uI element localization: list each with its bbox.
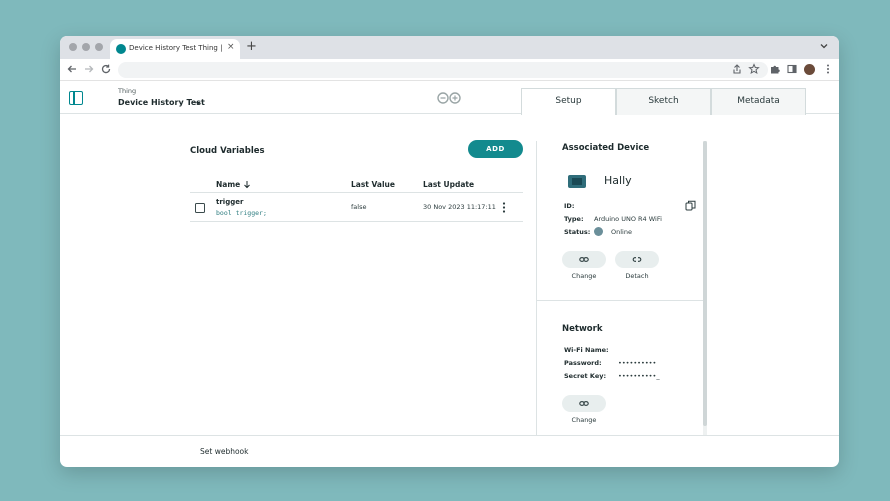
tab-metadata[interactable]: Metadata [711, 88, 806, 115]
change-device-label[interactable]: Change [562, 272, 606, 280]
chevron-down-icon[interactable] [819, 41, 829, 51]
tab-strip: Device History Test Thing | Ar × + [60, 36, 839, 59]
browser-tab-title: Device History Test Thing | Ar [129, 44, 222, 52]
row-options-icon[interactable] [502, 202, 506, 213]
url-input[interactable] [118, 62, 768, 78]
app-header: Thing Device History Test Setup Sketch M… [60, 82, 839, 115]
scrollbar-thumb[interactable] [703, 141, 707, 426]
reload-icon[interactable] [100, 63, 112, 75]
device-id-label: ID: [564, 202, 575, 210]
close-window-button[interactable] [69, 43, 77, 51]
column-header-last-update: Last Update [423, 180, 475, 189]
secret-key-value: ••••••••••_ [618, 372, 660, 380]
detach-device-button[interactable] [615, 251, 659, 268]
address-bar [60, 59, 839, 81]
minimize-window-button[interactable] [82, 43, 90, 51]
caret-down-icon[interactable] [196, 102, 200, 105]
detach-device-label[interactable]: Detach [615, 272, 659, 280]
password-label: Password: [564, 359, 602, 367]
add-variable-button[interactable]: ADD [468, 140, 523, 158]
password-value: •••••••••• [618, 359, 657, 367]
change-network-button[interactable] [562, 395, 606, 412]
arduino-favicon-icon [116, 44, 126, 54]
kebab-menu-icon[interactable] [822, 63, 834, 75]
row-checkbox[interactable] [195, 203, 205, 213]
cloud-variables-title: Cloud Variables [190, 146, 265, 156]
wifi-name-label: Wi-Fi Name: [564, 346, 609, 354]
change-network-label[interactable]: Change [562, 416, 606, 424]
section-divider [536, 300, 703, 301]
board-icon [568, 175, 586, 188]
arduino-logo-icon [437, 92, 461, 104]
status-online-icon [594, 227, 603, 236]
extensions-puzzle-icon[interactable] [769, 63, 781, 75]
browser-tab[interactable]: Device History Test Thing | Ar × [110, 39, 240, 59]
back-arrow-icon[interactable] [66, 63, 78, 75]
copy-icon[interactable] [685, 200, 696, 211]
forward-arrow-icon[interactable] [83, 63, 95, 75]
side-panel-icon[interactable] [786, 63, 798, 75]
device-status-label: Status: [564, 228, 591, 236]
footer-divider [60, 435, 839, 436]
link-icon [579, 401, 589, 406]
new-tab-button[interactable]: + [246, 39, 257, 54]
device-status-value: Online [611, 228, 632, 236]
set-webhook-link[interactable]: Set webhook [200, 447, 248, 456]
link-icon [579, 257, 589, 262]
bookmark-star-icon[interactable] [748, 63, 760, 75]
variable-declaration: bool trigger; [216, 209, 267, 217]
variable-last-update: 30 Nov 2023 11:17:11 [423, 203, 496, 211]
column-header-name[interactable]: Name [216, 180, 240, 189]
thing-name-dropdown[interactable]: Device History Test [118, 98, 205, 107]
secret-key-label: Secret Key: [564, 372, 607, 380]
panel-divider [536, 141, 537, 436]
sidebar-toggle-icon[interactable] [69, 91, 83, 105]
tab-sketch[interactable]: Sketch [616, 88, 711, 115]
close-tab-icon[interactable]: × [227, 42, 235, 52]
device-type-label: Type: [564, 215, 584, 223]
column-header-last-value: Last Value [351, 180, 395, 189]
variable-last-value: false [351, 203, 367, 211]
variable-name[interactable]: trigger [216, 198, 243, 206]
maximize-window-button[interactable] [95, 43, 103, 51]
associated-device-title: Associated Device [562, 143, 650, 153]
sort-arrow-down-icon[interactable] [243, 180, 251, 189]
thing-label: Thing [118, 87, 137, 95]
share-icon[interactable] [731, 63, 743, 75]
tab-setup[interactable]: Setup [521, 88, 616, 115]
table-row-divider [190, 221, 523, 222]
device-type-value: Arduino UNO R4 WiFi [594, 215, 662, 223]
device-name: Hally [604, 174, 632, 187]
table-header-divider [190, 192, 523, 193]
profile-avatar[interactable] [804, 64, 815, 75]
network-title: Network [562, 324, 603, 334]
change-device-button[interactable] [562, 251, 606, 268]
browser-window: Device History Test Thing | Ar × + Thing… [60, 36, 839, 467]
unlink-icon [632, 257, 642, 262]
